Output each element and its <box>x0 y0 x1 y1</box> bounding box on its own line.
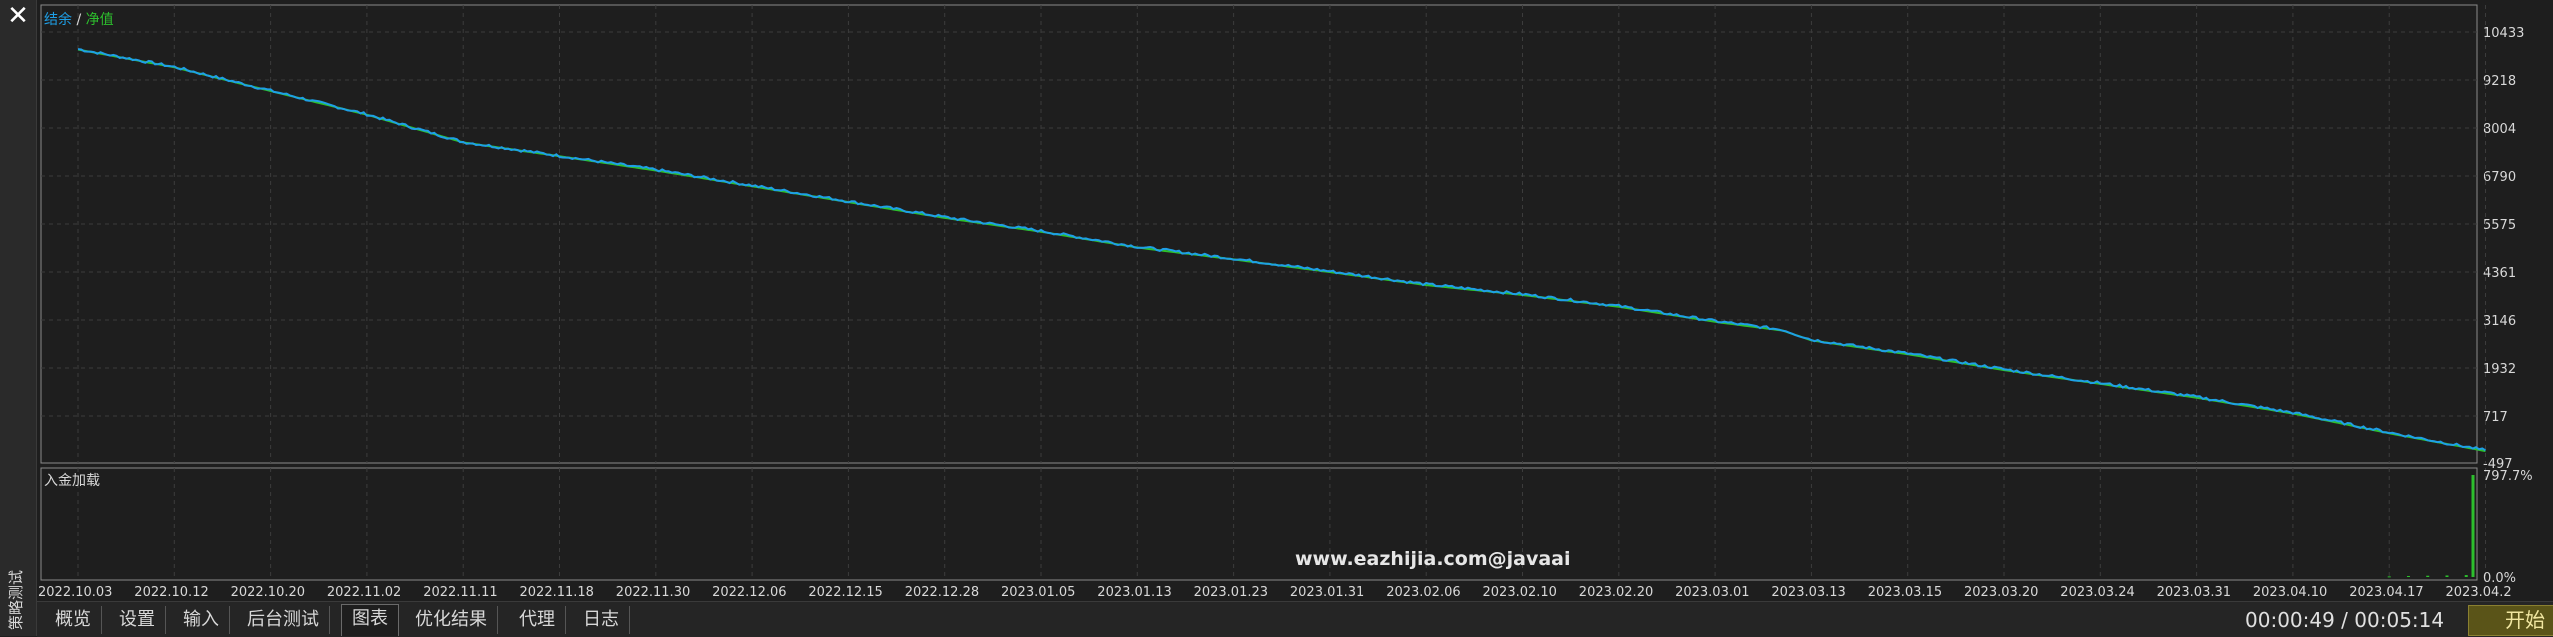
tab-inputs[interactable]: 输入 <box>173 606 230 634</box>
sub-y-tick-label: 0.0% <box>2483 571 2516 586</box>
tab-chart[interactable]: 图表 <box>341 604 399 636</box>
x-tick-label: 2023.03.24 <box>2060 585 2134 600</box>
chart-area: 10433 9218 8004 6790 5575 4361 3146 1932 717 -497… <box>37 0 2553 600</box>
y-tick-label: 1932 <box>2483 362 2516 377</box>
x-tick-label: 2023.02.06 <box>1386 585 1460 600</box>
tab-backtest[interactable]: 后台测试 <box>237 606 330 634</box>
series-line-balance <box>77 48 2487 452</box>
tab-optimization-results[interactable]: 优化结果 <box>405 606 498 634</box>
x-tick-label: 2022.11.18 <box>520 585 594 600</box>
x-tick-label: 2023.03.13 <box>1771 585 1845 600</box>
y-tick-label: 5575 <box>2483 218 2516 233</box>
bottom-tab-bar: 概览 设置 输入 后台测试 图表 优化结果 代理 日志 00:00:49 / 0… <box>37 601 2553 637</box>
x-tick-label: 2023.02.20 <box>1579 585 1653 600</box>
x-tick-label: 2023.03.31 <box>2157 585 2231 600</box>
deposit-load-bar <box>2426 575 2430 577</box>
deposit-load-bar <box>2471 475 2475 577</box>
y-tick-label: 8004 <box>2483 122 2516 137</box>
chart-svg: 104339218800467905575436131461932717-497… <box>38 4 2533 600</box>
series-line-equity <box>77 48 2486 453</box>
deposit-load-bar <box>2406 575 2410 577</box>
tab-agents[interactable]: 代理 <box>509 606 566 634</box>
x-tick-label: 2023.04.2 <box>2446 585 2512 600</box>
x-tick-label: 2022.11.02 <box>327 585 401 600</box>
x-tick-label: 2022.10.20 <box>231 585 305 600</box>
x-tick-label: 2023.02.10 <box>1483 585 1557 600</box>
elapsed-timer: 00:00:49 / 00:05:14 <box>2245 608 2445 632</box>
side-title: 策略测试 <box>7 569 25 630</box>
x-tick-label: 2022.11.11 <box>423 585 497 600</box>
x-tick-label: 2023.03.15 <box>1868 585 1942 600</box>
sub-plot-frame <box>40 467 2478 581</box>
start-button[interactable]: 开始 <box>2468 605 2553 636</box>
side-strip: ✕ 策略测试 <box>0 0 37 636</box>
chart-legend: 结余 / 净值 <box>44 9 114 29</box>
y-tick-label: 10433 <box>2483 26 2524 41</box>
x-tick-label: 2023.01.13 <box>1097 585 1171 600</box>
y-tick-label: 717 <box>2483 410 2508 425</box>
deposit-load-bar <box>2387 576 2391 578</box>
legend-equity: 净值 <box>85 12 114 28</box>
x-tick-label: 2022.12.06 <box>712 585 786 600</box>
y-tick-label: 9218 <box>2483 74 2516 89</box>
x-tick-label: 2023.03.01 <box>1675 585 1749 600</box>
deposit-load-bar <box>2464 575 2468 577</box>
y-tick-label: 4361 <box>2483 266 2516 281</box>
tab-overview[interactable]: 概览 <box>45 606 102 634</box>
main-plot-frame <box>40 4 2478 464</box>
x-tick-label: 2023.01.05 <box>1001 585 1075 600</box>
legend-separator: / <box>76 12 82 28</box>
sub-panel-title: 入金加载 <box>44 473 100 489</box>
x-tick-label: 2022.12.28 <box>905 585 979 600</box>
x-tick-label: 2023.04.10 <box>2253 585 2327 600</box>
x-tick-label: 2023.04.17 <box>2349 585 2423 600</box>
x-tick-label: 2022.10.12 <box>134 585 208 600</box>
sub-y-tick-label: 797.7% <box>2483 469 2533 484</box>
tab-journal[interactable]: 日志 <box>573 606 630 634</box>
close-icon[interactable]: ✕ <box>4 2 32 30</box>
x-tick-label: 2023.01.31 <box>1290 585 1364 600</box>
x-tick-label: 2023.03.20 <box>1964 585 2038 600</box>
legend-balance: 结余 <box>44 12 72 28</box>
y-tick-label: 6790 <box>2483 170 2516 185</box>
watermark: www.eazhijia.com@javaai <box>1295 548 1571 570</box>
tab-settings[interactable]: 设置 <box>109 606 166 634</box>
x-tick-label: 2023.01.23 <box>1194 585 1268 600</box>
x-tick-label: 2022.10.03 <box>38 585 112 600</box>
deposit-load-bar <box>2445 575 2449 577</box>
x-tick-label: 2022.12.15 <box>808 585 882 600</box>
x-tick-label: 2022.11.30 <box>616 585 690 600</box>
y-tick-label: 3146 <box>2483 314 2516 329</box>
